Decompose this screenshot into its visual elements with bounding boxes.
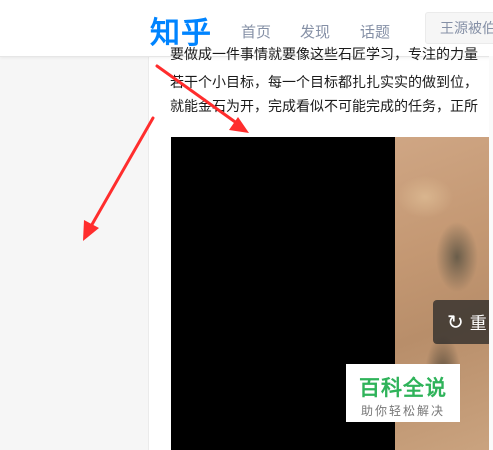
baike-watermark: 百科全说 助你轻松解决 <box>346 364 460 422</box>
replay-label: 重 <box>469 314 487 334</box>
replay-button[interactable]: ↻ 重 <box>433 300 493 344</box>
article-line: 要做成一件事情就要像这些石匠学习，专注的力量 <box>170 47 478 63</box>
left-blank-area <box>0 56 148 450</box>
nav-home[interactable]: 首页 <box>241 21 271 42</box>
article-line: 就能金石为开，完成看似不可能完成的任务，正所 <box>170 99 478 115</box>
watermark-title: 百科全说 <box>359 376 447 400</box>
nav-topics[interactable]: 话题 <box>360 21 390 42</box>
nav-discover[interactable]: 发现 <box>300 21 330 42</box>
watermark-subtitle: 助你轻松解决 <box>360 404 445 418</box>
search-input[interactable]: 王源被伯 <box>425 12 493 44</box>
replay-icon: ↻ <box>447 310 464 334</box>
page-scrollbar[interactable] <box>489 56 493 450</box>
article-line: 若干个小目标，每一个目标都扎扎实实的做到位， <box>170 75 478 91</box>
